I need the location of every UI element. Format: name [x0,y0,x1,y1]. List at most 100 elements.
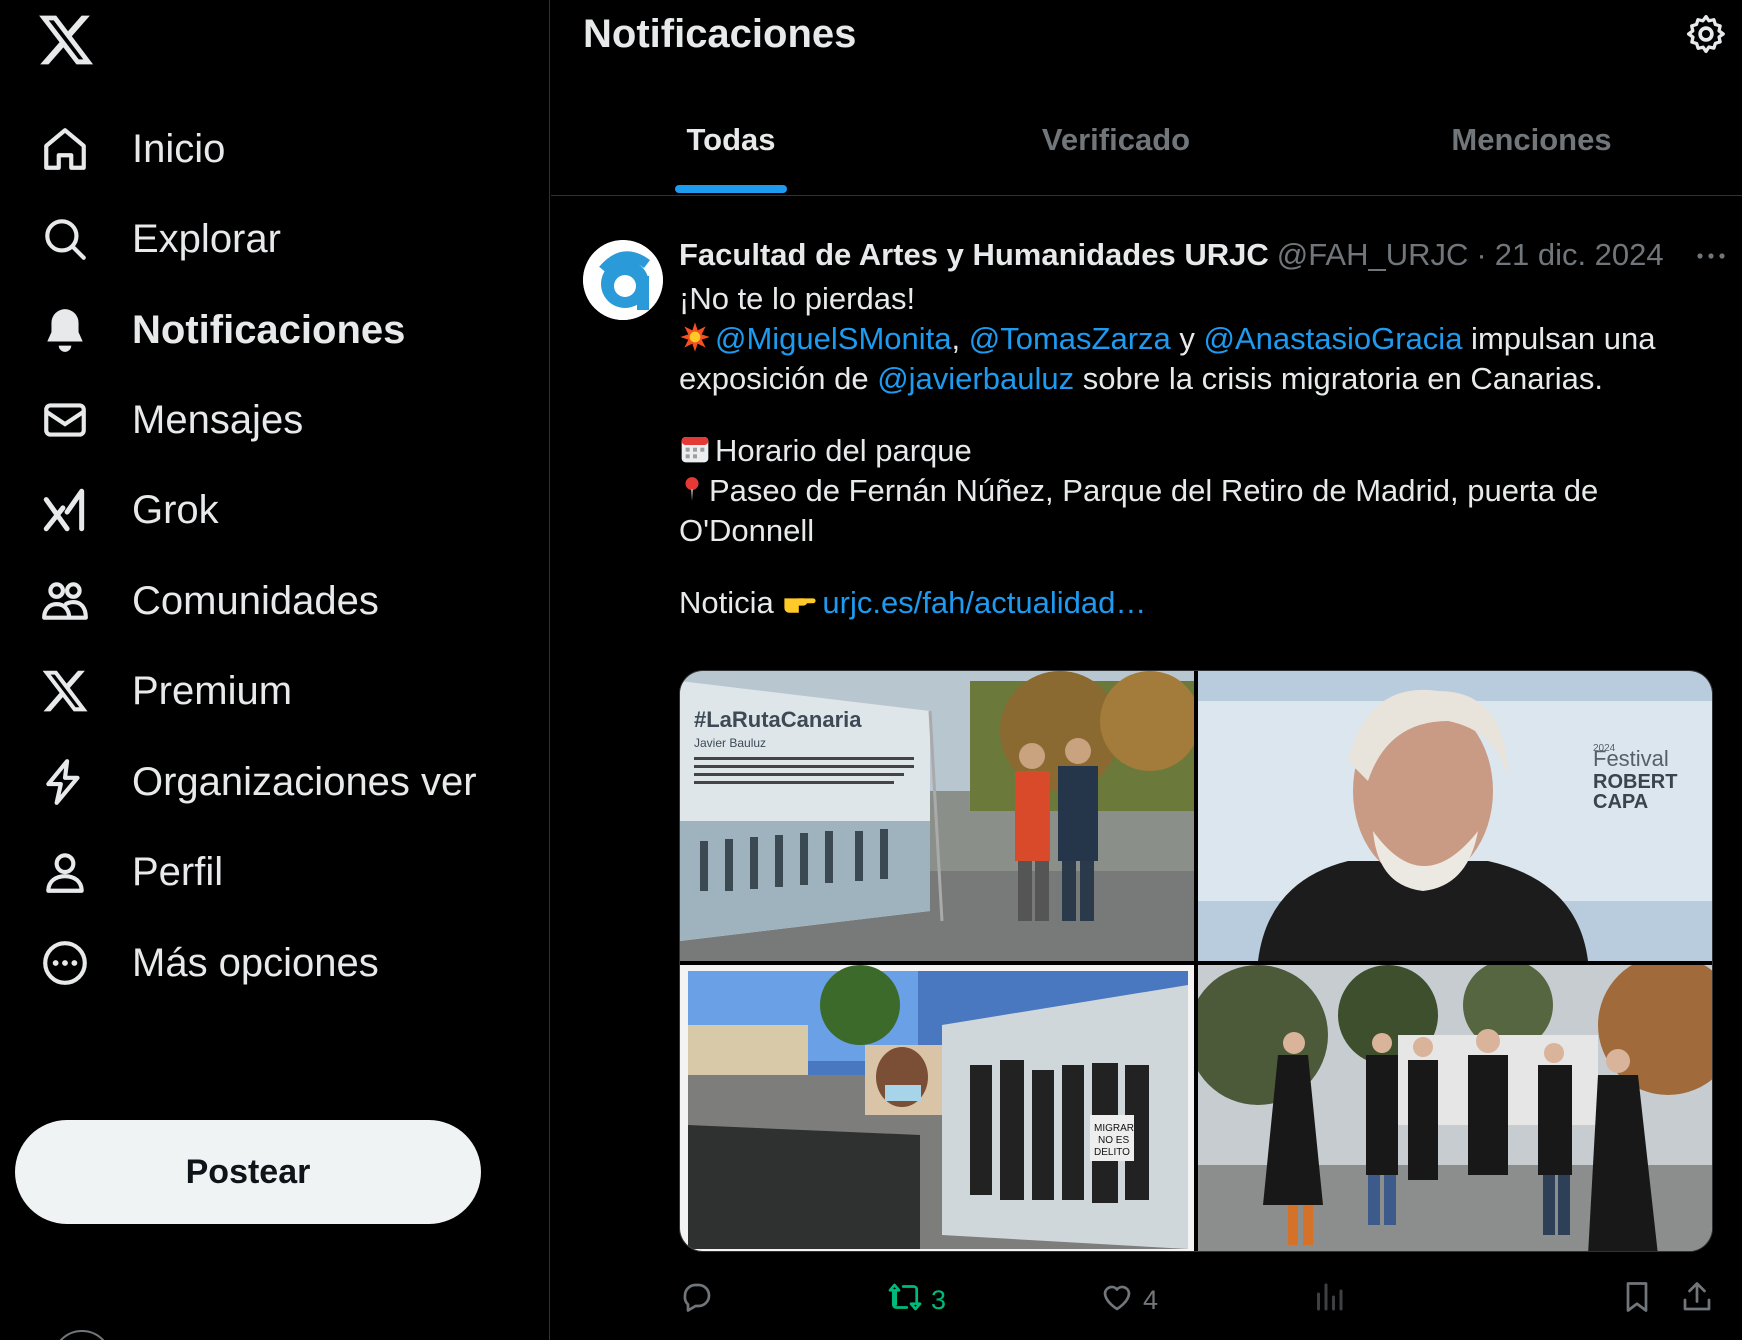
x-premium-icon [30,656,100,726]
search-icon [30,204,100,274]
tweet-date[interactable]: 21 dic. 2024 [1495,237,1664,273]
photo-group-visitors[interactable] [1198,965,1712,1251]
photo2-name1: ROBERT [1593,771,1677,793]
nav-label: Mensajes [132,397,304,442]
tab-label: Verificado [1041,122,1191,157]
photo2-name2: CAPA [1593,791,1648,813]
nav-item-comunidades[interactable]: Comunidades [30,566,500,636]
photo2-year: 2024 [1593,743,1616,754]
communities-icon [30,566,100,636]
retweet-count: 3 [931,1284,947,1315]
mention-link[interactable]: @javierbauluz [877,361,1074,396]
grok-icon [30,475,100,545]
media-grid: #LaRutaCanaria Javier Bauluz Festival 20… [679,670,1713,1252]
mention-link[interactable]: @AnastasioGracia [1204,321,1463,356]
nav-label: Comunidades [132,578,379,623]
nav-item-grok[interactable]: Grok [30,475,500,545]
reply-icon [679,1279,715,1322]
text-fragment: sobre la crisis migratoria en Canarias. [1074,361,1604,396]
photo1-subtitle: Javier Bauluz [694,736,766,750]
bell-icon [30,295,100,365]
calendar-emoji-icon [679,433,711,465]
share-button[interactable] [1679,1275,1715,1325]
photo1-title: #LaRutaCanaria [694,707,862,732]
article-link[interactable]: urjc.es/fah/actualidad… [822,585,1146,620]
nav-label: Perfil [132,849,224,894]
nav-item-perfil[interactable]: Perfil [30,837,500,907]
tab-todas[interactable]: Todas [551,100,911,196]
text-line: @MiguelSMonita, @TomasZarza y @Anastasio… [679,319,1719,359]
text-line: exposición de @javierbauluz sobre la cri… [679,359,1719,399]
account-avatar[interactable] [52,1330,112,1340]
tweet-body: Facultad de Artes y Humanidades URJC @FA… [679,237,1719,623]
nav-item-explorar[interactable]: Explorar [30,204,500,274]
main-column: Notificaciones Todas Verificado Mencione… [551,0,1742,1340]
nav-label: Grok [132,487,219,532]
photo3-sign3: DELITO [1094,1147,1130,1158]
mention-link[interactable]: @TomasZarza [969,321,1171,356]
tweet-text: ¡No te lo pierdas! @MiguelSMonita, @Toma… [679,279,1719,623]
photo-portrait-photographer[interactable]: Festival 2024 ROBERT CAPA [1198,671,1712,961]
text-line: Paseo de Fernán Núñez, Parque del Retiro… [679,471,1719,511]
tab-label: Todas [686,122,776,157]
like-count: 4 [1143,1284,1159,1315]
tab-label: Menciones [1451,122,1612,157]
tab-verificado[interactable]: Verificado [911,100,1321,196]
nav-item-mensajes[interactable]: Mensajes [30,385,500,455]
reply-button[interactable] [679,1275,723,1325]
text-fragment: y [1170,321,1204,356]
x-logo-icon[interactable] [36,10,96,70]
mention-link[interactable]: @MiguelSMonita [715,321,952,356]
nav-item-mas-opciones[interactable]: Más opciones [30,928,500,998]
nav-label: Explorar [132,216,281,261]
retweet-icon [887,1279,923,1322]
photo3-sign2: NO ES [1098,1135,1129,1146]
share-icon [1679,1279,1715,1322]
text-fragment: Noticia [679,585,783,620]
text-fragment: impulsan una [1462,321,1656,356]
author-avatar[interactable] [583,240,663,320]
text-fragment: Paseo de Fernán Núñez, Parque del Retiro… [709,473,1599,508]
photo-park-exhibition[interactable]: MIGRAR NO ES DELITO [680,965,1194,1251]
pointing-hand-emoji-icon [782,587,818,619]
text-line: O'Donnell [679,513,815,548]
nav-item-premium[interactable]: Premium [30,656,500,726]
like-button[interactable]: 4 [1099,1275,1158,1325]
photo-exhibition-panel[interactable]: #LaRutaCanaria Javier Bauluz [680,671,1194,961]
nav-label: Premium [132,668,293,713]
nav-item-inicio[interactable]: Inicio [30,114,500,184]
notifications-header: Notificaciones Todas Verificado Mencione… [551,0,1742,196]
nav-label: Organizaciones ver [132,759,477,804]
pin-emoji-icon [679,473,705,505]
author-name[interactable]: Facultad de Artes y Humanidades URJC [679,237,1269,273]
active-tab-indicator [675,185,787,193]
tweet-actions: 3 4 [679,1275,1719,1325]
author-handle[interactable]: @FAH_URJC [1277,237,1469,273]
settings-gear-icon[interactable] [1684,12,1732,60]
lightning-icon [30,747,100,817]
nav-label: Más opciones [132,940,379,985]
analytics-icon [1311,1279,1347,1322]
home-icon [30,114,100,184]
text-line: Noticia urjc.es/fah/actualidad… [679,583,1719,623]
text-line: Horario del parque [679,431,1719,471]
photo3-sign1: MIGRAR [1094,1123,1134,1134]
tweet-header: Facultad de Artes y Humanidades URJC @FA… [679,237,1719,277]
heart-icon [1099,1279,1135,1322]
nav-label: Inicio [132,126,226,171]
post-button[interactable]: Postear [15,1120,481,1224]
text-line: ¡No te lo pierdas! [679,281,916,316]
mail-icon [30,385,100,455]
collision-emoji-icon [679,321,711,353]
separator: · [1476,237,1487,272]
nav-item-notificaciones[interactable]: Notificaciones [30,295,500,365]
views-button[interactable] [1311,1275,1347,1325]
bookmark-icon [1619,1279,1655,1322]
text-fragment: , [951,321,961,356]
tab-menciones[interactable]: Menciones [1321,100,1742,196]
bookmark-button[interactable] [1619,1275,1655,1325]
retweet-button[interactable]: 3 [887,1275,946,1325]
page-title: Notificaciones [583,12,857,56]
nav-item-organizaciones[interactable]: Organizaciones ver [30,747,500,817]
